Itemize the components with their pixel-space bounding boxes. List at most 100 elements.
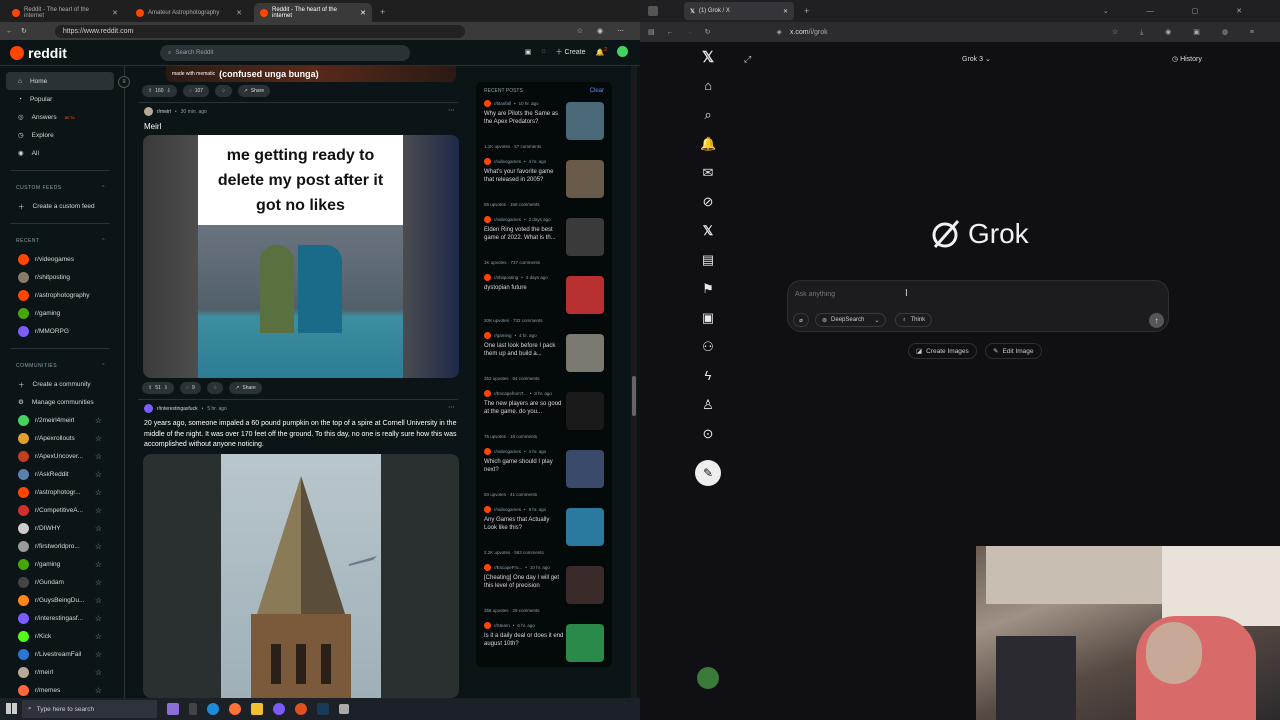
favorite-star-icon[interactable]: ☆	[95, 542, 102, 551]
account-avatar[interactable]	[697, 667, 719, 689]
communities-icon[interactable]: ⚇	[700, 339, 716, 355]
profile-icon[interactable]: ♙	[700, 397, 716, 413]
url-field[interactable]: https://www.reddit.com	[54, 24, 465, 38]
favorite-star-icon[interactable]: ☆	[95, 614, 102, 623]
recent-post-item[interactable]: r/titanfall • 10 hr. ago Why are Pilots th…	[484, 100, 604, 158]
deepsearch-button[interactable]: ⊚ DeepSearch ⌄	[815, 313, 887, 327]
tab-list-icon[interactable]	[648, 6, 658, 16]
custom-feeds-header[interactable]: CUSTOM FEEDS ⌃	[16, 185, 114, 191]
comments-button[interactable]: ◌ 9	[179, 382, 201, 394]
recent-post-item[interactable]: r/videogames • 2 days ago Elden Ring voted…	[484, 216, 604, 274]
community-item[interactable]: r/2meirl4meirl ☆	[6, 411, 114, 429]
think-button[interactable]: ♁ Think	[895, 313, 933, 327]
firefox-icon[interactable]	[229, 703, 241, 715]
community-item[interactable]: r/Kick ☆	[6, 627, 114, 645]
recent-community-item[interactable]: r/videogames	[6, 250, 114, 268]
obs-icon[interactable]	[295, 703, 307, 715]
community-item[interactable]: r/gaming ☆	[6, 555, 114, 573]
favorite-star-icon[interactable]: ☆	[95, 632, 102, 641]
favorite-star-icon[interactable]: ☆	[95, 452, 102, 461]
favorite-star-icon[interactable]: ☆	[95, 596, 102, 605]
favorite-star-icon[interactable]: ☆	[95, 434, 102, 443]
bookmarks-icon[interactable]: ⚑	[700, 281, 716, 297]
community-item[interactable]: r/DIWHY ☆	[6, 519, 114, 537]
more-options-icon[interactable]: ⋯	[448, 403, 455, 411]
history-button[interactable]: ◷ History	[1172, 55, 1202, 63]
communities-header[interactable]: COMMUNITIES ⌃	[16, 363, 114, 369]
community-item[interactable]: r/CompetitiveA... ☆	[6, 501, 114, 519]
previous-post-image[interactable]: made with mematic (confused unga bunga)	[166, 66, 456, 82]
tab-astrophotography[interactable]: Amateur Astrophotography ✕	[130, 3, 248, 22]
community-item[interactable]: r/GuysBeingDu... ☆	[6, 591, 114, 609]
taskbar-search-input[interactable]: ⌕ Type here to search	[22, 700, 157, 718]
scrollbar-thumb[interactable]	[632, 376, 636, 416]
community-item[interactable]: r/LivestreamFail ☆	[6, 645, 114, 663]
more-options-icon[interactable]: ⋯	[448, 106, 455, 114]
new-tab-button[interactable]: +	[804, 6, 809, 16]
favorite-star-icon[interactable]: ☆	[95, 488, 102, 497]
recent-community-item[interactable]: r/shitposting	[6, 268, 114, 286]
lists-icon[interactable]: ▤	[700, 252, 716, 268]
notifications-icon[interactable]: 🔔2	[596, 47, 608, 56]
nav-explore[interactable]: ◷ Explore	[6, 126, 114, 144]
more-icon[interactable]: ⊙	[700, 426, 716, 442]
post1-image[interactable]: me getting ready to delete my post after…	[143, 135, 459, 378]
manage-communities[interactable]: ⚙ Manage communities	[6, 393, 114, 411]
premium-icon[interactable]: 𝕏	[700, 223, 716, 239]
edge-icon[interactable]	[207, 703, 219, 715]
create-images-button[interactable]: ◪ Create Images	[908, 343, 977, 359]
tab-reddit-2[interactable]: Reddit - The heart of the internet ✕	[254, 3, 372, 22]
jobs-icon[interactable]: ▣	[700, 310, 716, 326]
subreddit-avatar[interactable]	[144, 404, 153, 413]
verified-orgs-icon[interactable]: ϟ	[700, 368, 716, 384]
ads-icon[interactable]: ▣	[525, 48, 532, 56]
close-icon[interactable]: ✕	[360, 9, 366, 17]
shield-icon[interactable]: ◈	[777, 28, 782, 36]
attach-button[interactable]: ⌀	[793, 313, 809, 327]
post2-subreddit[interactable]: r/interestingasfuck	[157, 406, 198, 412]
favorite-star-icon[interactable]: ☆	[95, 578, 102, 587]
recent-post-item[interactable]: r/EscapefromT... • 3 hr. ago The new playe…	[484, 390, 604, 448]
forward-icon[interactable]: →	[686, 29, 693, 36]
favorite-star-icon[interactable]: ☆	[95, 650, 102, 659]
post2-image[interactable]	[143, 454, 459, 698]
collapse-sidebar-button[interactable]: ≡	[118, 76, 130, 88]
recent-post-item[interactable]: r/videogames • 8 hr. ago Any Games that Ac…	[484, 506, 604, 564]
award-button[interactable]: ♢	[206, 382, 224, 394]
comments-button[interactable]: ◌ 107	[182, 85, 210, 97]
vote-button[interactable]: ⇧ 51 ⇩	[142, 382, 174, 394]
window-controls[interactable]: ⌄ — ▢ ✕	[1103, 7, 1260, 15]
home-icon[interactable]: ⌂	[700, 78, 716, 94]
notifications-icon[interactable]: 🔔	[700, 136, 716, 152]
community-item[interactable]: r/interestingasf... ☆	[6, 609, 114, 627]
community-item[interactable]: r/ApexUncover... ☆	[6, 447, 114, 465]
favorite-star-icon[interactable]: ☆	[95, 686, 102, 695]
create-custom-feed[interactable]: ＋ Create a custom feed	[6, 197, 114, 215]
app-icon-2[interactable]	[339, 704, 349, 714]
vote-button[interactable]: ⇧ 160 ⇩	[142, 85, 177, 97]
recent-post-item[interactable]: r/Steam • 6 hr. ago Is it a daily deal or …	[484, 622, 604, 667]
nav-all[interactable]: ◉ All	[6, 144, 114, 162]
subreddit-avatar[interactable]	[144, 107, 153, 116]
tab-grok[interactable]: 𝕏 (1) Grok / X ✕	[684, 2, 794, 20]
create-community[interactable]: ＋ Create a community	[6, 375, 114, 393]
messages-icon[interactable]: ✉	[700, 165, 716, 181]
community-item[interactable]: r/AskReddit ☆	[6, 465, 114, 483]
steam-icon[interactable]	[317, 703, 329, 715]
close-icon[interactable]: ✕	[236, 9, 242, 17]
x-logo-icon[interactable]: 𝕏	[700, 50, 716, 66]
reddit-search-input[interactable]: ⌕ Search Reddit	[160, 45, 410, 61]
close-icon[interactable]: ✕	[112, 9, 118, 17]
widget-icon[interactable]	[167, 703, 179, 715]
expand-icon[interactable]: ⤢	[744, 54, 751, 65]
community-item[interactable]: r/firstworldpro... ☆	[6, 537, 114, 555]
favorite-star-icon[interactable]: ☆	[95, 524, 102, 533]
send-button[interactable]: ↑	[1149, 313, 1164, 328]
avatar[interactable]	[617, 46, 628, 57]
tab-reddit-1[interactable]: Reddit - The heart of the internet ✕	[6, 3, 124, 22]
recent-post-item[interactable]: r/EscapeFro... • 10 hr. ago [Cheating] One…	[484, 564, 604, 622]
create-button[interactable]: ＋ Create	[556, 47, 586, 57]
post1-title[interactable]: Meirl	[144, 122, 161, 131]
close-icon[interactable]: ✕	[783, 8, 788, 15]
recent-community-item[interactable]: r/MMORPG	[6, 322, 114, 340]
